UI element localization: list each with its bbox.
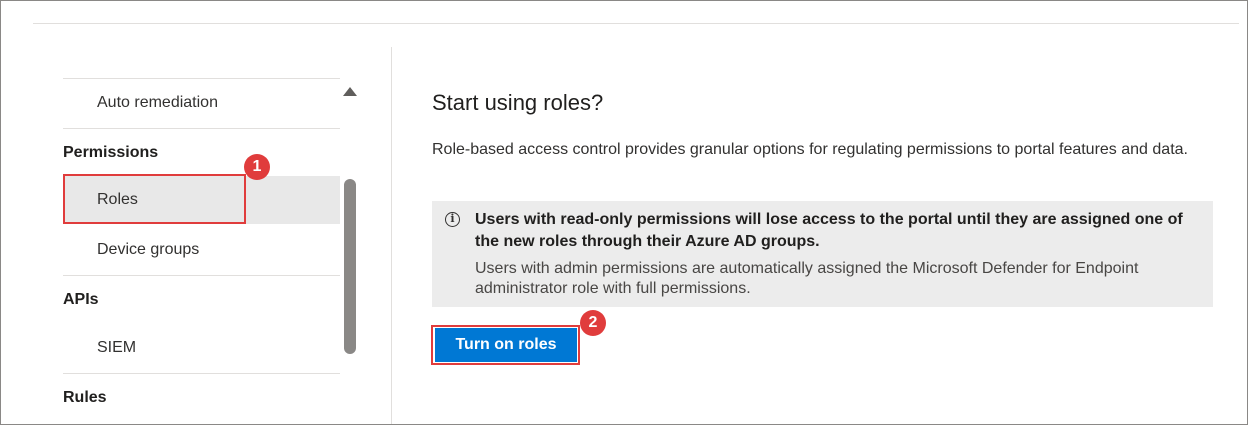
nav-item-siem[interactable]: SIEM: [63, 324, 340, 372]
panel-divider: [391, 47, 392, 424]
nav-section-permissions: Permissions: [63, 129, 340, 177]
app-frame: Auto remediation Permissions Roles Devic…: [0, 0, 1248, 425]
page-description: Role-based access control provides granu…: [432, 141, 1188, 158]
top-divider: [33, 23, 1239, 24]
nav-section-label: Permissions: [63, 144, 159, 161]
info-banner-warning: Users with read-only permissions will lo…: [475, 211, 1183, 250]
nav-scrollbar-thumb[interactable]: [344, 179, 356, 354]
roles-highlight-box: [63, 174, 246, 224]
scroll-up-arrow-icon[interactable]: [343, 87, 357, 96]
nav-section-label: APIs: [63, 291, 99, 308]
nav-item-auto-remediation[interactable]: Auto remediation: [63, 79, 340, 127]
nav-item-device-groups[interactable]: Device groups: [63, 226, 340, 274]
turn-on-roles-button[interactable]: Turn on roles: [435, 328, 577, 362]
settings-nav: Auto remediation Permissions Roles Devic…: [63, 78, 340, 424]
info-banner-text: Users with admin permissions are automat…: [475, 260, 1139, 297]
nav-section-apis: APIs: [63, 276, 340, 324]
page-title: Start using roles?: [432, 90, 604, 115]
step-marker-2: 2: [580, 310, 606, 336]
nav-section-label: Rules: [63, 389, 107, 406]
step-marker-1: 1: [244, 154, 270, 180]
info-banner: i Users with read-only permissions will …: [432, 201, 1213, 307]
nav-item-label: Device groups: [97, 241, 200, 258]
nav-item-label: Auto remediation: [97, 94, 218, 111]
nav-section-rules: Rules: [63, 374, 340, 422]
info-icon: i: [445, 212, 460, 227]
nav-item-label: SIEM: [97, 339, 137, 356]
